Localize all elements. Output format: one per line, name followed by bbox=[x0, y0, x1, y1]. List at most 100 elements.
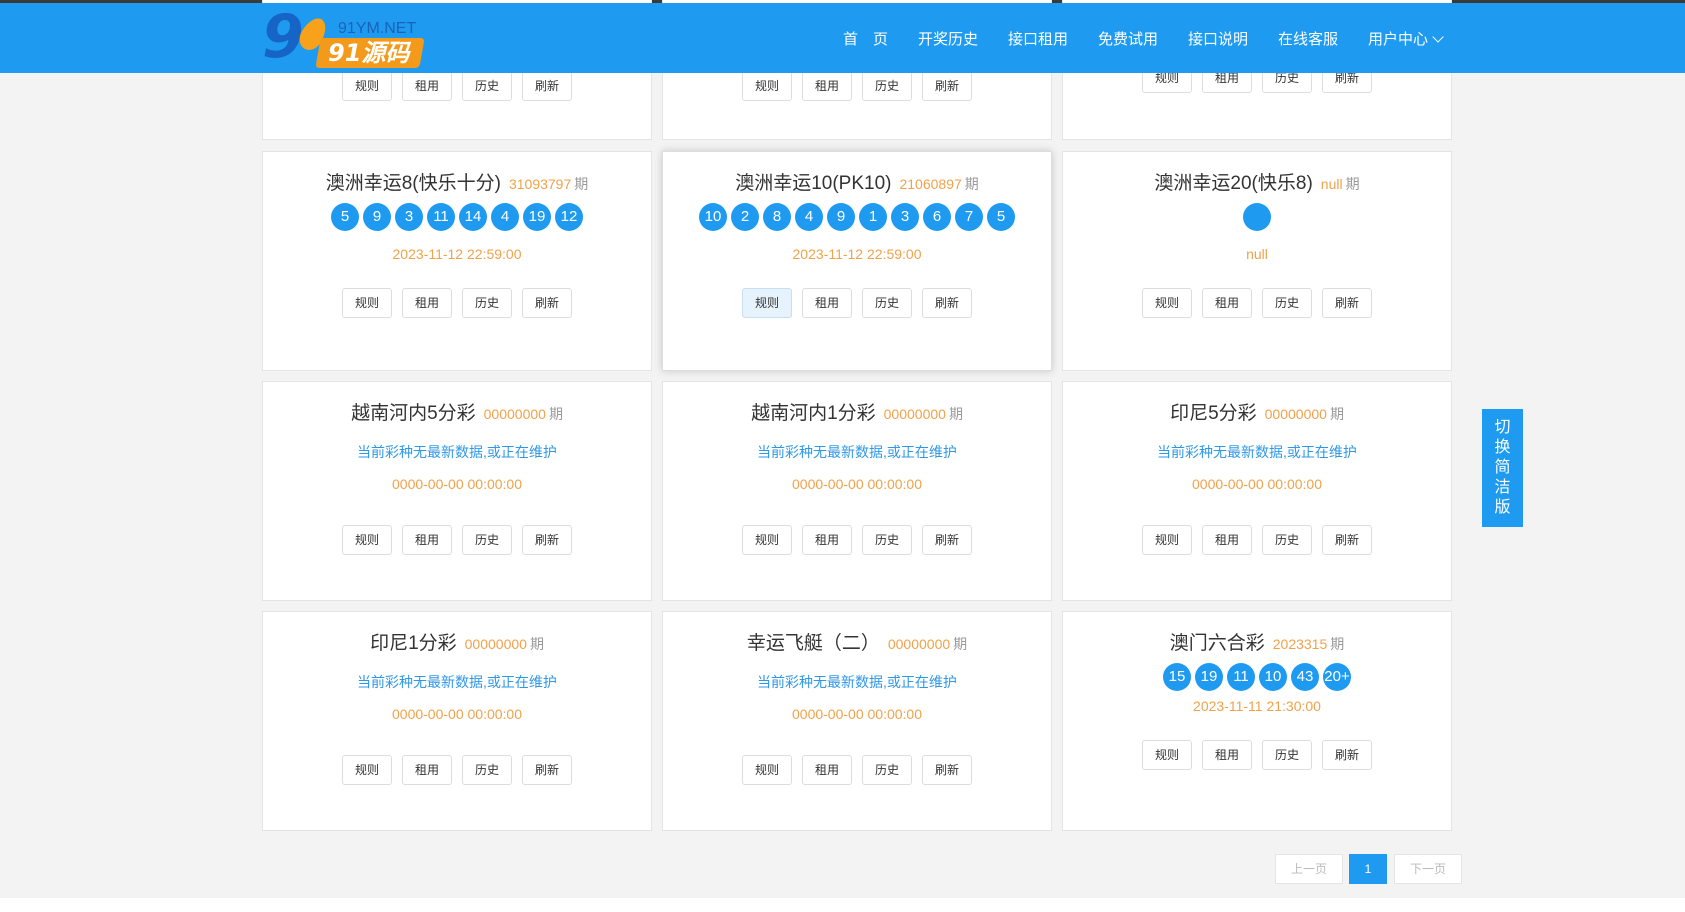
refresh-button[interactable]: 刷新 bbox=[1322, 740, 1372, 770]
history-button[interactable]: 历史 bbox=[862, 755, 912, 785]
number-ball: 11 bbox=[427, 203, 455, 231]
rent-button[interactable]: 租用 bbox=[802, 71, 852, 101]
rent-button[interactable]: 租用 bbox=[1202, 525, 1252, 555]
nav-api-rent[interactable]: 接口租用 bbox=[1008, 28, 1068, 49]
rule-button[interactable]: 规则 bbox=[342, 755, 392, 785]
issue-unit: 期 bbox=[529, 636, 544, 652]
rent-button[interactable]: 租用 bbox=[1202, 740, 1252, 770]
history-button[interactable]: 历史 bbox=[862, 525, 912, 555]
history-button[interactable]: 历史 bbox=[1262, 288, 1312, 318]
issue-number: 31093797 bbox=[508, 176, 572, 192]
rule-button[interactable]: 规则 bbox=[342, 525, 392, 555]
number-ball: 4 bbox=[491, 203, 519, 231]
next-page-button[interactable]: 下一页 bbox=[1394, 854, 1462, 884]
lottery-card: 澳门六合彩 2023315 期 15 19 11 10 43 20+ 2023-11-11 2… bbox=[1062, 611, 1452, 831]
number-ball: 10 bbox=[1259, 663, 1287, 691]
switch-simple-mode-button[interactable]: 切 换 简 洁 版 bbox=[1482, 409, 1523, 527]
site-header: 9 91YM.NET 91源码 首 页 开奖历史 接口租用 免费试用 接口说明 … bbox=[0, 3, 1685, 73]
history-button[interactable]: 历史 bbox=[462, 71, 512, 101]
issue-number: 00000000 bbox=[883, 406, 946, 422]
refresh-button[interactable]: 刷新 bbox=[1322, 288, 1372, 318]
rule-button[interactable]: 规则 bbox=[342, 71, 392, 101]
nav-online-service[interactable]: 在线客服 bbox=[1278, 28, 1338, 49]
nav-user-center[interactable]: 用户中心 bbox=[1368, 28, 1444, 49]
issue-unit: 期 bbox=[964, 176, 979, 192]
lottery-name: 澳洲幸运8(快乐十分) bbox=[325, 173, 501, 194]
draw-time: 0000-00-00 00:00:00 bbox=[792, 476, 922, 492]
refresh-button[interactable]: 刷新 bbox=[522, 755, 572, 785]
rent-button[interactable]: 租用 bbox=[402, 525, 452, 555]
rule-button[interactable]: 规则 bbox=[742, 71, 792, 101]
history-button[interactable]: 历史 bbox=[1262, 525, 1312, 555]
switch-char: 简 bbox=[1494, 459, 1511, 476]
lottery-name: 幸运飞艇（二） bbox=[746, 633, 880, 654]
rule-button[interactable]: 规则 bbox=[1142, 525, 1192, 555]
switch-char: 换 bbox=[1494, 439, 1511, 456]
prev-page-button[interactable]: 上一页 bbox=[1275, 854, 1343, 884]
number-ball: 9 bbox=[363, 203, 391, 231]
refresh-button[interactable]: 刷新 bbox=[522, 71, 572, 101]
draw-time: 2023-11-11 21:30:00 bbox=[1193, 698, 1321, 714]
lottery-card: 澳洲幸运10(PK10) 21060897 期 10 2 8 4 9 1 3 6 7 5 2023-1… bbox=[662, 151, 1052, 371]
nav-user-center-label: 用户中心 bbox=[1368, 31, 1429, 48]
number-ball: 3 bbox=[891, 203, 919, 231]
ball-row: 10 2 8 4 9 1 3 6 7 5 bbox=[663, 203, 1051, 231]
lottery-card: 印尼1分彩 00000000 期 当前彩种无最新数据,或正在维护 0000-00-0… bbox=[262, 611, 652, 831]
issue-number: 00000000 bbox=[483, 406, 546, 422]
nav-free-trial[interactable]: 免费试用 bbox=[1098, 28, 1158, 49]
refresh-button[interactable]: 刷新 bbox=[922, 288, 972, 318]
card-title: 澳洲幸运20(快乐8) null 期 bbox=[1063, 168, 1451, 195]
rule-button[interactable]: 规则 bbox=[742, 755, 792, 785]
maintenance-notice: 当前彩种无最新数据,或正在维护 bbox=[357, 444, 557, 460]
card-title: 幸运飞艇（二） 00000000 期 bbox=[663, 628, 1051, 655]
draw-time: 2023-11-12 22:59:00 bbox=[792, 246, 922, 262]
rent-button[interactable]: 租用 bbox=[402, 755, 452, 785]
number-ball: 9 bbox=[827, 203, 855, 231]
refresh-button[interactable]: 刷新 bbox=[1322, 525, 1372, 555]
rule-button[interactable]: 规则 bbox=[1142, 288, 1192, 318]
history-button[interactable]: 历史 bbox=[462, 755, 512, 785]
maintenance-notice: 当前彩种无最新数据,或正在维护 bbox=[1157, 444, 1357, 460]
number-ball: 4 bbox=[795, 203, 823, 231]
number-ball: 14 bbox=[459, 203, 487, 231]
draw-time: 2023-11-12 22:59:00 bbox=[392, 246, 522, 262]
history-button[interactable]: 历史 bbox=[462, 525, 512, 555]
number-ball: 5 bbox=[331, 203, 359, 231]
page-1-button[interactable]: 1 bbox=[1349, 854, 1387, 884]
history-button[interactable]: 历史 bbox=[1262, 740, 1312, 770]
nav-api-docs[interactable]: 接口说明 bbox=[1188, 28, 1248, 49]
refresh-button[interactable]: 刷新 bbox=[922, 755, 972, 785]
rule-button[interactable]: 规则 bbox=[742, 525, 792, 555]
history-button[interactable]: 历史 bbox=[462, 288, 512, 318]
rent-button[interactable]: 租用 bbox=[402, 288, 452, 318]
nav-draw-history[interactable]: 开奖历史 bbox=[918, 28, 978, 49]
issue-unit: 期 bbox=[574, 176, 589, 192]
rule-button[interactable]: 规则 bbox=[742, 288, 792, 318]
refresh-button[interactable]: 刷新 bbox=[522, 288, 572, 318]
history-button[interactable]: 历史 bbox=[862, 288, 912, 318]
rule-button[interactable]: 规则 bbox=[1142, 740, 1192, 770]
number-ball: 20+ bbox=[1323, 663, 1351, 691]
footer-strip bbox=[0, 898, 1685, 912]
number-ball: 10 bbox=[699, 203, 727, 231]
rent-button[interactable]: 租用 bbox=[802, 288, 852, 318]
lottery-name: 澳门六合彩 bbox=[1169, 633, 1265, 654]
refresh-button[interactable]: 刷新 bbox=[922, 71, 972, 101]
lottery-card: 幸运飞艇（二） 00000000 期 当前彩种无最新数据,或正在维护 0000-00… bbox=[662, 611, 1052, 831]
refresh-button[interactable]: 刷新 bbox=[522, 525, 572, 555]
draw-time: 0000-00-00 00:00:00 bbox=[392, 706, 522, 722]
number-ball: 5 bbox=[987, 203, 1015, 231]
rent-button[interactable]: 租用 bbox=[802, 525, 852, 555]
nav-home[interactable]: 首 页 bbox=[843, 28, 888, 49]
rule-button[interactable]: 规则 bbox=[342, 288, 392, 318]
switch-char: 版 bbox=[1494, 499, 1511, 516]
logo-nine: 9 bbox=[262, 2, 304, 72]
draw-time: null bbox=[1246, 246, 1268, 262]
issue-unit: 期 bbox=[1330, 636, 1345, 652]
rent-button[interactable]: 租用 bbox=[802, 755, 852, 785]
rent-button[interactable]: 租用 bbox=[1202, 288, 1252, 318]
rent-button[interactable]: 租用 bbox=[402, 71, 452, 101]
site-logo[interactable]: 9 91YM.NET 91源码 bbox=[262, 7, 425, 69]
refresh-button[interactable]: 刷新 bbox=[922, 525, 972, 555]
history-button[interactable]: 历史 bbox=[862, 71, 912, 101]
